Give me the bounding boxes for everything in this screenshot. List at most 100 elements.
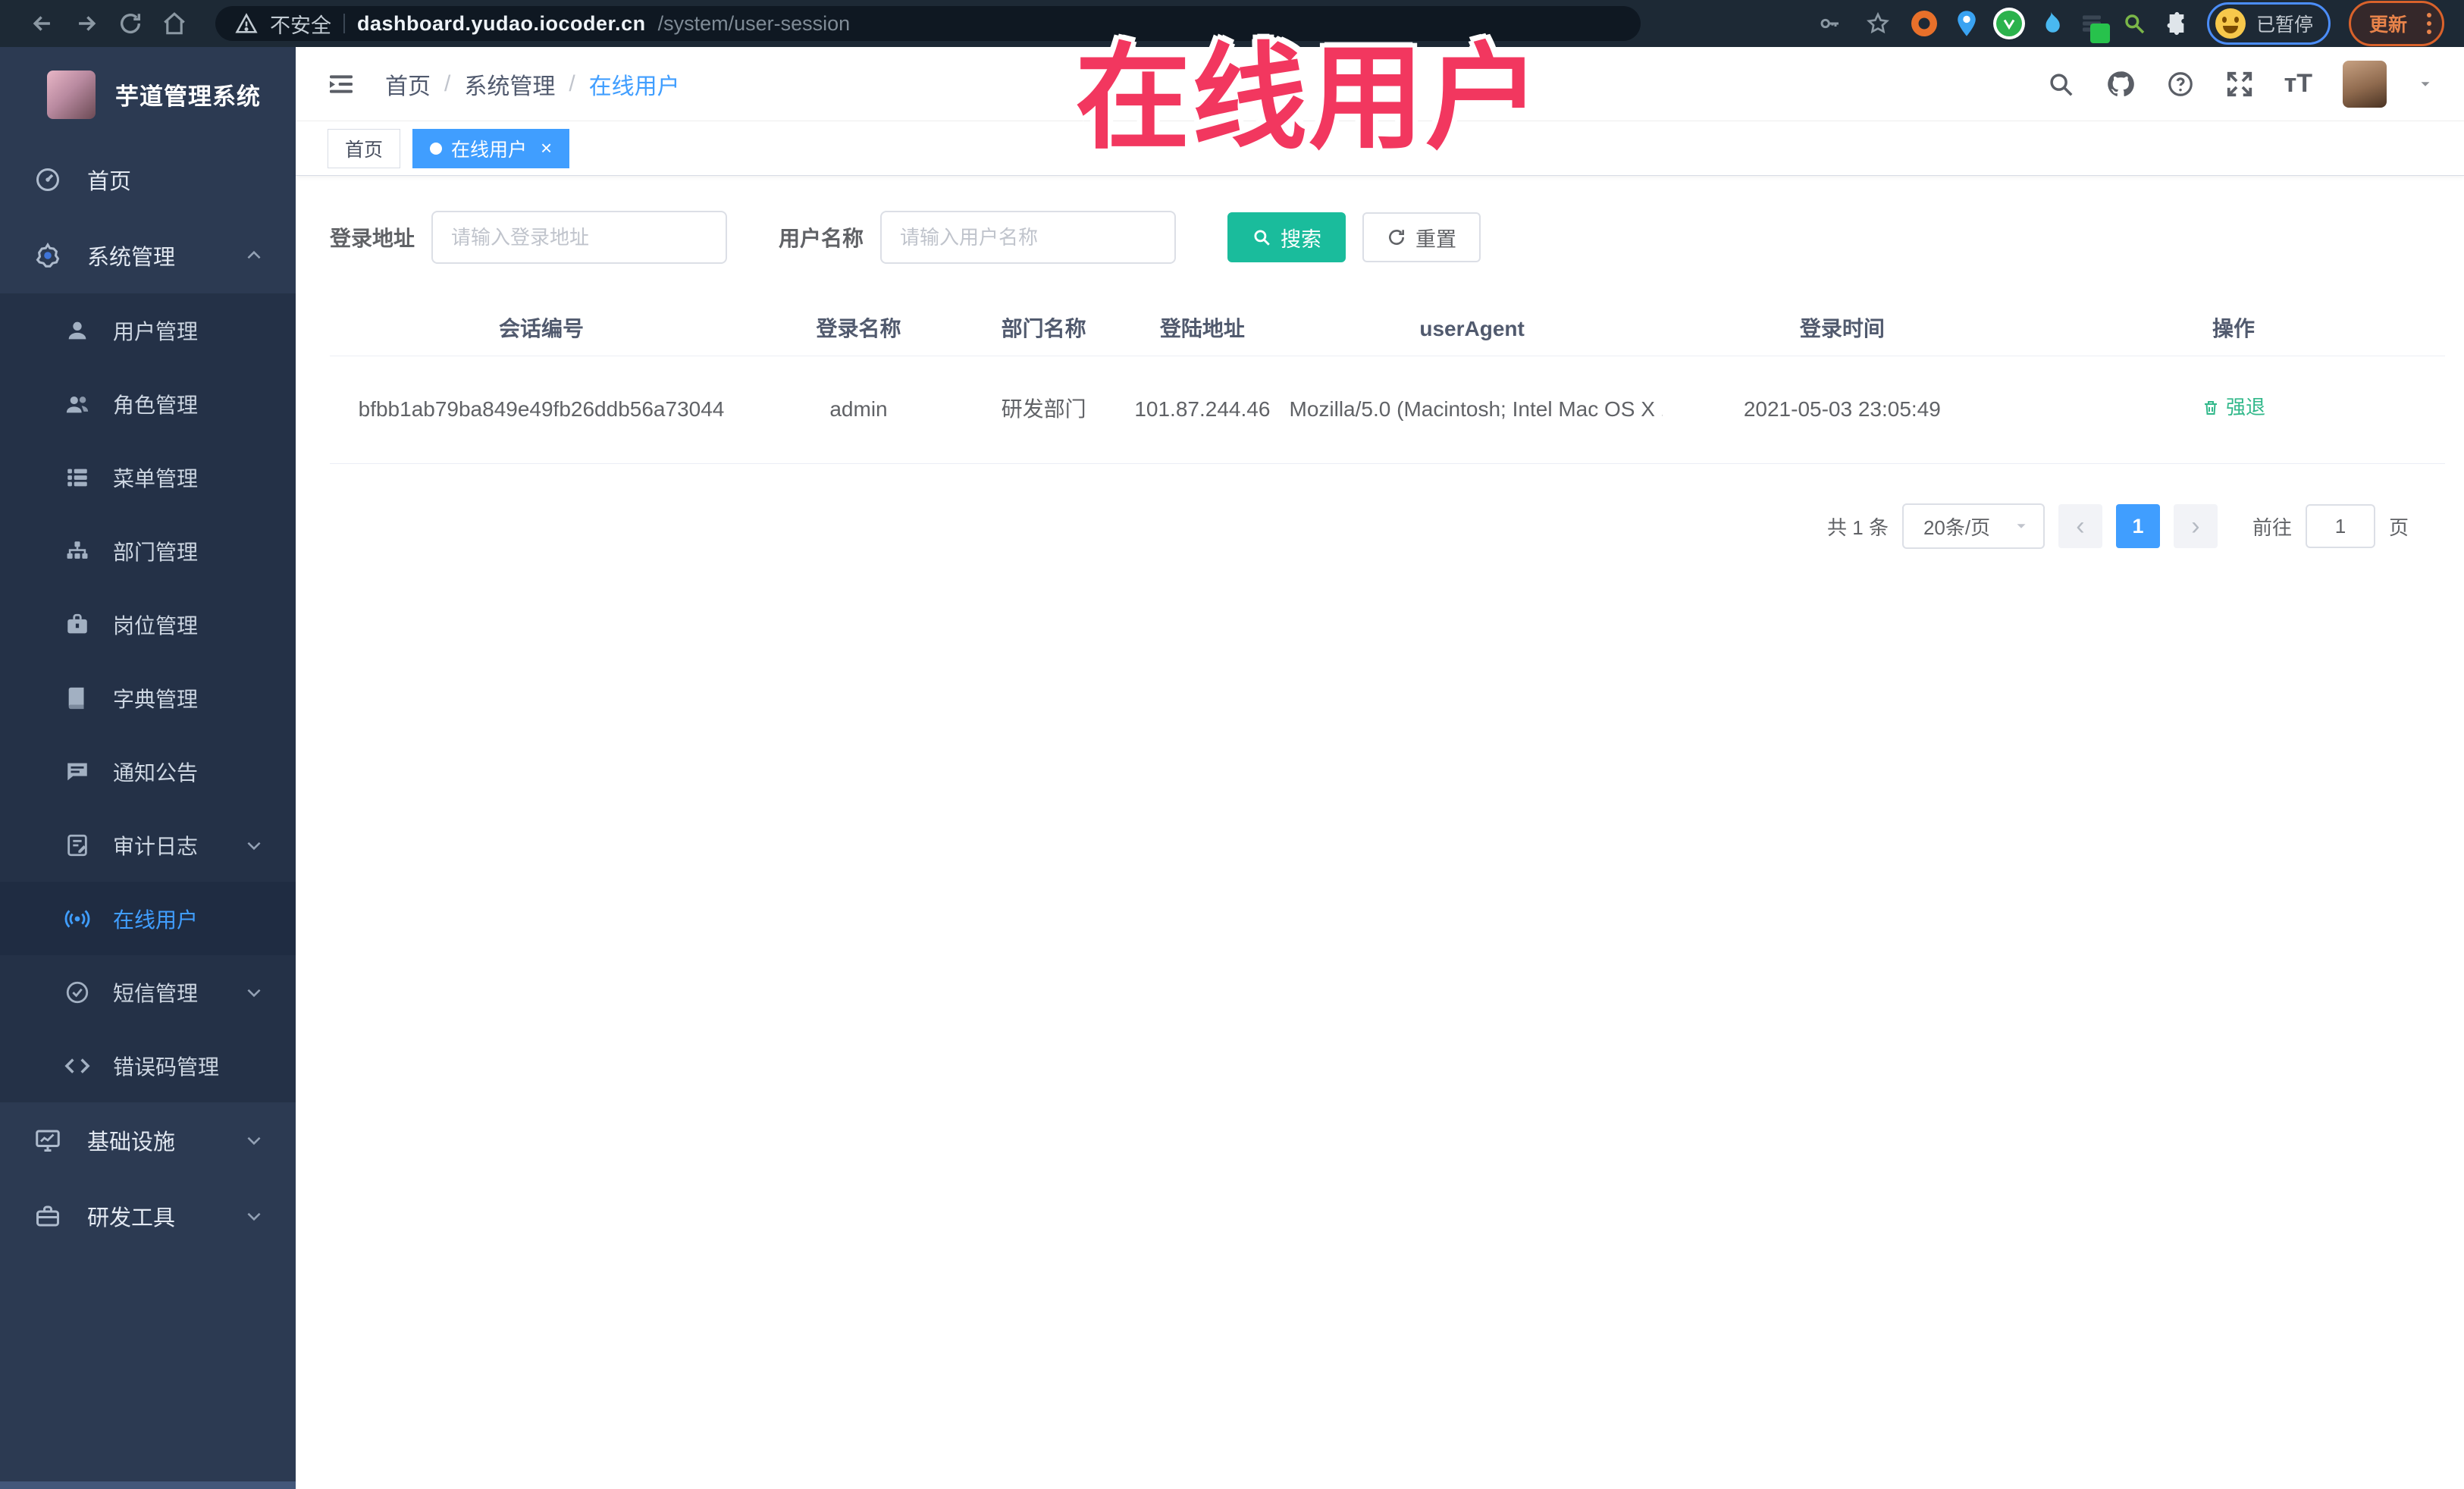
url-path[interactable]: /system/user-session <box>658 12 851 36</box>
online-user-icon <box>64 906 90 932</box>
collapse-sidebar-icon[interactable] <box>326 69 356 99</box>
sidebar-item-user-management[interactable]: 用户管理 <box>0 293 296 367</box>
cell-actions: 强退 <box>2022 392 2445 428</box>
code-icon <box>64 1053 90 1079</box>
avatar[interactable] <box>2343 60 2387 108</box>
sidebar-item-errcode-management[interactable]: 错误码管理 <box>0 1029 296 1102</box>
flame-extension-icon[interactable] <box>2040 11 2061 36</box>
sidebar-item-menu-management[interactable]: 菜单管理 <box>0 440 296 514</box>
forward-icon[interactable] <box>71 8 102 39</box>
sidebar-item-label: 审计日志 <box>113 834 199 858</box>
location-pin-extension-icon[interactable] <box>1955 10 1978 37</box>
table-row: bfbb1ab79ba849e49fb26ddb56a73044 admin 研… <box>330 356 2445 464</box>
page-size-select[interactable]: 20条/页 <box>1901 503 2045 549</box>
sidebar-item-label: 通知公告 <box>113 760 199 785</box>
orange-circle-extension-icon[interactable] <box>1911 11 1937 36</box>
profile-paused-badge[interactable]: 已暂停 <box>2206 2 2331 45</box>
avatar-caret-icon[interactable] <box>2417 76 2434 92</box>
chevron-down-icon <box>244 1206 264 1226</box>
sidebar-item-label: 基础设施 <box>87 1130 176 1155</box>
sidebar-item-dict-management[interactable]: 字典管理 <box>0 661 296 735</box>
help-icon[interactable] <box>2166 70 2195 99</box>
github-icon[interactable] <box>2105 69 2136 99</box>
tab-online-users[interactable]: 在线用户 × <box>412 128 570 168</box>
clipboard-pen-icon <box>64 832 90 858</box>
font-size-icon[interactable]: ᴛT <box>2284 69 2312 99</box>
app-title: 芋道管理系统 <box>115 83 261 110</box>
toolbox-icon <box>34 1202 61 1230</box>
select-caret-icon <box>2013 518 2030 534</box>
url-bar[interactable]: 不安全 dashboard.yudao.iocoder.cn/system/us… <box>215 6 1641 41</box>
sidebar-item-post-management[interactable]: 岗位管理 <box>0 588 296 661</box>
browser-menu-icon[interactable] <box>2427 13 2431 34</box>
sidebar-item-label: 错误码管理 <box>113 1055 220 1079</box>
users-icon <box>64 391 90 417</box>
sidebar-item-system[interactable]: 系统管理 <box>0 218 296 293</box>
key-icon[interactable] <box>1814 8 1845 39</box>
sidebar-item-label: 角色管理 <box>113 393 199 417</box>
sidebar-bottom-strip <box>0 1481 296 1489</box>
search-button[interactable]: 搜索 <box>1227 212 1346 262</box>
col-actions: 操作 <box>2212 317 2255 341</box>
magnifier-extension-icon[interactable] <box>2122 11 2146 36</box>
url-host[interactable]: dashboard.yudao.iocoder.cn <box>357 12 646 36</box>
not-secure-label[interactable]: 不安全 <box>270 9 331 39</box>
trash-icon <box>2204 401 2217 415</box>
tab-home[interactable]: 首页 <box>328 128 401 168</box>
bookmark-star-icon[interactable] <box>1863 8 1893 39</box>
sidebar-item-label: 首页 <box>87 170 132 194</box>
sidebar-item-home[interactable]: 首页 <box>0 142 296 218</box>
sidebar-item-online-users[interactable]: 在线用户 <box>0 882 296 955</box>
sitemap-icon <box>64 538 90 564</box>
sidebar-item-dev-tools[interactable]: 研发工具 <box>0 1178 296 1254</box>
briefcase-icon <box>64 612 90 638</box>
breadcrumb-system[interactable]: 系统管理 <box>464 67 555 101</box>
close-icon[interactable]: × <box>541 136 552 160</box>
pagination: 共 1 条 20条/页 ‹ 1 › 前往 页 <box>330 503 2409 549</box>
col-user-agent: userAgent <box>1419 317 1525 341</box>
list-icon <box>64 465 90 491</box>
sidebar-item-label: 在线用户 <box>113 908 199 932</box>
back-icon[interactable] <box>27 8 58 39</box>
sidebar-item-label: 字典管理 <box>113 687 199 711</box>
sidebar-item-label: 系统管理 <box>87 246 176 270</box>
pagination-total: 共 1 条 <box>1827 516 1889 539</box>
cell-user-agent: Mozilla/5.0 (Macintosh; Intel Mac OS X 1… <box>1289 397 1663 422</box>
breadcrumb-home[interactable]: 首页 <box>385 67 431 101</box>
reset-button[interactable]: 重置 <box>1362 212 1481 262</box>
sidebar-item-notice[interactable]: 通知公告 <box>0 735 296 808</box>
chevron-up-icon <box>244 246 264 265</box>
sidebar-item-label: 部门管理 <box>113 540 199 564</box>
green-v-extension-icon[interactable] <box>1995 11 2022 36</box>
paused-label: 已暂停 <box>2256 14 2313 36</box>
shield-check-icon <box>64 980 90 1005</box>
sidebar-item-role-management[interactable]: 角色管理 <box>0 367 296 440</box>
main-area: 首页 / 系统管理 / 在线用户 ᴛT 首页 在线用户 × 登录地址 请输入登录… <box>296 47 2464 1489</box>
sidebar-item-sms-management[interactable]: 短信管理 <box>0 955 296 1029</box>
browser-update-control[interactable]: 更新 <box>2348 1 2444 46</box>
sidebar-item-audit-log[interactable]: 审计日志 <box>0 808 296 882</box>
app-logo-row[interactable]: 芋道管理系统 <box>0 47 296 142</box>
reload-icon[interactable] <box>115 8 146 39</box>
home-icon[interactable] <box>159 8 190 39</box>
update-button[interactable]: 更新 <box>2362 7 2415 40</box>
sidebar-item-infrastructure[interactable]: 基础设施 <box>0 1102 296 1178</box>
username-input[interactable] <box>880 211 1177 264</box>
tab-label: 在线用户 <box>451 139 528 161</box>
puzzle-extension-icon[interactable] <box>2165 11 2189 36</box>
page-content: 登录地址 用户名称 搜索 重置 会话编号 登录名称 部门名称 登陆地址 user… <box>296 176 2464 549</box>
fullscreen-icon[interactable] <box>2225 70 2254 99</box>
current-page-button[interactable]: 1 <box>2115 504 2160 548</box>
goto-page-input[interactable] <box>2305 504 2375 548</box>
book-icon <box>64 685 90 711</box>
prev-page-button[interactable]: ‹ <box>2058 504 2102 548</box>
breadcrumb-current[interactable]: 在线用户 <box>589 67 680 101</box>
breadcrumb: 首页 / 系统管理 / 在线用户 <box>385 67 680 101</box>
sn-extension-icon[interactable] <box>2080 11 2110 43</box>
login-address-input[interactable] <box>431 211 728 264</box>
force-logout-button[interactable]: 强退 <box>2202 392 2265 424</box>
next-page-button[interactable]: › <box>2173 504 2218 548</box>
sidebar-item-dept-management[interactable]: 部门管理 <box>0 514 296 588</box>
col-dept: 部门名称 <box>1001 317 1086 341</box>
search-icon[interactable] <box>2046 70 2075 99</box>
